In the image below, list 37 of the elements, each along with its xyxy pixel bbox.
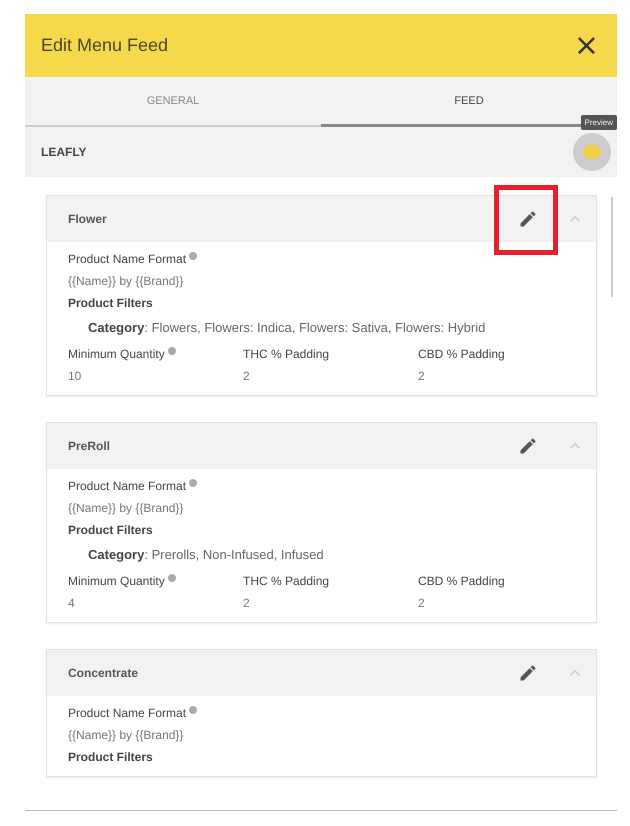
preview-tooltip: Preview <box>580 115 617 130</box>
field-label: Minimum Quantity <box>68 347 165 361</box>
field-label: Product Name Format <box>68 706 186 720</box>
field-value: 10 <box>68 369 82 383</box>
field-value: 2 <box>243 596 251 610</box>
field-value: 4 <box>68 596 76 610</box>
field-value: {{Name}} by {{Brand}} <box>68 728 184 742</box>
info-icon <box>189 479 198 487</box>
card-title: Concentrate <box>68 666 140 680</box>
close-button[interactable]: × <box>572 28 601 63</box>
field-label: CBD % Padding <box>418 347 505 361</box>
filter-text: Category: Flowers, Flowers: Indica, Flowers: Sativa, Flowers: Hybrid <box>88 320 486 335</box>
field-label: Product Filters <box>68 296 154 310</box>
edit-icon[interactable] <box>518 663 538 683</box>
preview-button[interactable] <box>573 133 611 171</box>
field-value: 2 <box>418 369 426 383</box>
field-label: THC % Padding <box>243 574 330 588</box>
field-label: Product Filters <box>68 523 154 537</box>
edit-icon[interactable] <box>518 209 538 229</box>
info-icon <box>189 252 198 260</box>
edit-icon[interactable] <box>518 436 538 456</box>
field-label: CBD % Padding <box>418 574 505 588</box>
field-value: 2 <box>243 369 251 383</box>
card-title: Flower <box>68 212 108 226</box>
field-value: {{Name}} by {{Brand}} <box>68 274 184 288</box>
field-value: {{Name}} by {{Brand}} <box>68 501 184 515</box>
window-title: Edit Menu Feed <box>41 35 168 56</box>
field-label: THC % Padding <box>243 347 330 361</box>
field-label: Minimum Quantity <box>68 574 165 588</box>
section-title: LEAFLY <box>41 145 87 159</box>
filter-text: Category: Prerolls, Non-Infused, Infused <box>88 547 325 562</box>
field-label: Product Name Format <box>68 252 186 266</box>
card-title: PreRoll <box>68 439 112 453</box>
info-icon <box>189 706 198 714</box>
field-label: Product Filters <box>68 750 154 764</box>
field-value: 2 <box>418 596 426 610</box>
field-label: Product Name Format <box>68 479 186 493</box>
